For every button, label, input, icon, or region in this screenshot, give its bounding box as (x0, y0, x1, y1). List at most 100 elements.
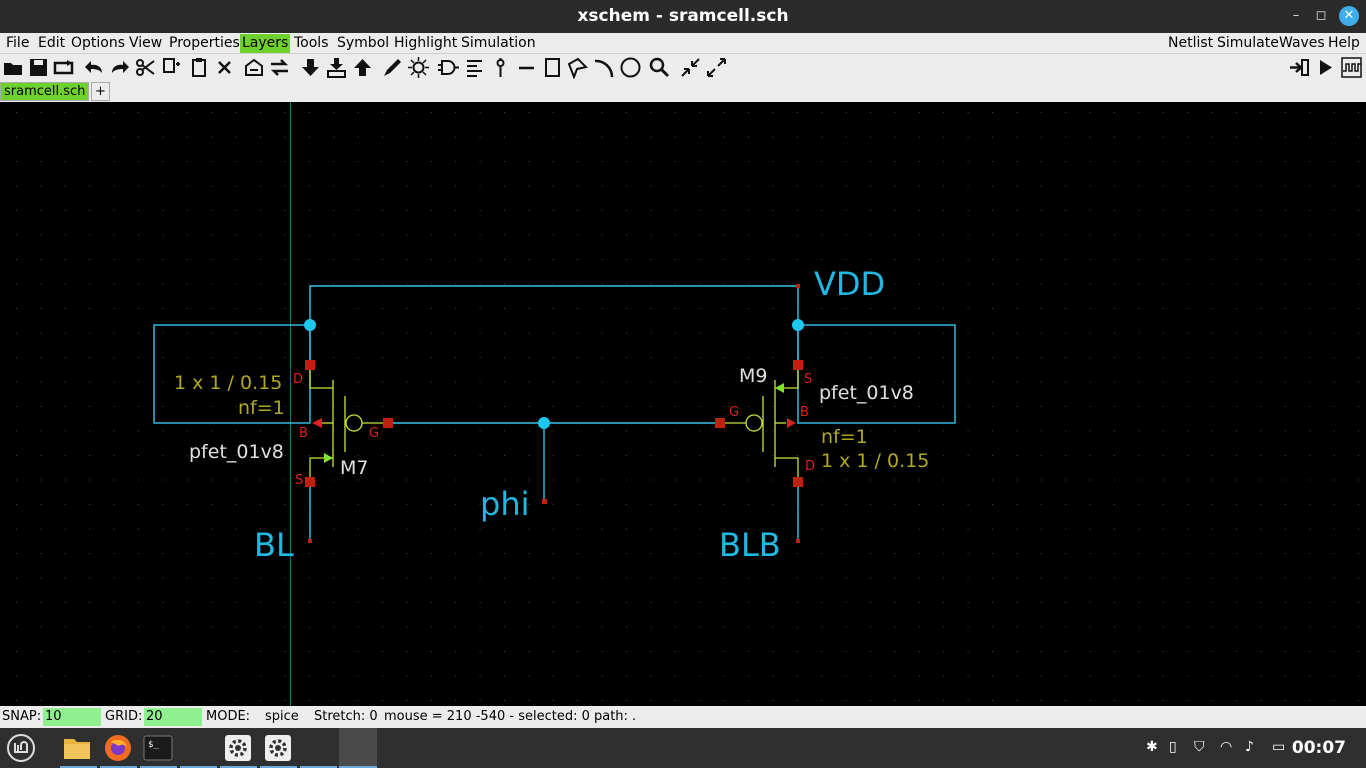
m9-model-label: pfet_01v8 (819, 382, 914, 404)
maximize-button[interactable]: ◻ (1311, 6, 1331, 26)
draw-pen-icon[interactable] (381, 56, 404, 79)
zoom-in-icon[interactable] (679, 56, 702, 79)
m9-drain-pin (793, 477, 803, 487)
tab-sramcell[interactable]: sramcell.sch (0, 82, 90, 101)
waves-icon[interactable] (1340, 56, 1363, 79)
files-icon[interactable] (62, 733, 92, 763)
snap-label: SNAP: (2, 709, 42, 724)
m9-pin-d-label: D (805, 459, 816, 474)
mouse-status: mouse = 210 -540 - selected: 0 path: . (384, 709, 637, 724)
menu-highlight[interactable]: Highlight (392, 34, 459, 53)
net-label-phi[interactable]: phi (480, 488, 529, 520)
line-icon[interactable] (515, 56, 538, 79)
menu-symbol[interactable]: Symbol (335, 34, 391, 53)
menu-file[interactable]: File (4, 34, 31, 53)
clipboard-icon[interactable]: ▯ (1169, 739, 1177, 755)
snap-input[interactable]: 10 (43, 708, 101, 726)
settings-icon-2[interactable] (263, 733, 293, 763)
m7-pin-g-label: G (369, 426, 380, 441)
copy-icon[interactable] (160, 56, 183, 79)
m7-model-label: pfet_01v8 (189, 441, 284, 463)
highlight-icon[interactable] (407, 56, 430, 79)
stretch-status: Stretch: 0 (314, 709, 378, 724)
net-label-bl[interactable]: BL (254, 529, 294, 561)
settings-icon[interactable] (223, 733, 253, 763)
menu-netlist[interactable]: Netlist (1166, 34, 1215, 53)
m7-source-arrow (324, 453, 333, 463)
junction-dot (792, 319, 804, 331)
redo-icon[interactable] (108, 56, 131, 79)
menu-simulation[interactable]: Simulation (459, 34, 538, 53)
menu-bar: File Edit Options View Properties Layers… (0, 33, 1366, 54)
net-label-vdd[interactable]: VDD (814, 268, 885, 300)
zoom-out-icon[interactable] (705, 56, 728, 79)
terminal-icon[interactable]: $_ (143, 733, 173, 763)
insert-symbol-icon[interactable] (325, 56, 348, 79)
net-label-blb[interactable]: BLB (719, 529, 781, 561)
blb-end (796, 539, 800, 543)
m7-size-attr: 1 x 1 / 0.15 (174, 372, 283, 394)
junction-dot (538, 417, 550, 429)
volume-icon[interactable]: ♪ (1245, 739, 1254, 755)
minimize-button[interactable]: – (1286, 6, 1306, 26)
netlist-icon[interactable] (1288, 56, 1311, 79)
delete-icon[interactable] (213, 56, 236, 79)
menu-tools[interactable]: Tools (292, 34, 331, 53)
push-icon[interactable] (243, 56, 266, 79)
pop-icon[interactable] (268, 56, 291, 79)
taskbar: $_ ✱ ▯ ⛉ ◠ ♪ ▭ 00:07 (0, 728, 1366, 768)
m9-source-pin (793, 360, 803, 370)
simulate-icon[interactable] (1314, 56, 1337, 79)
symbol-gate-icon[interactable] (437, 56, 460, 79)
m7-bulk-arrow (312, 418, 322, 428)
open-icon[interactable] (2, 56, 25, 79)
battery-icon[interactable]: ▭ (1272, 739, 1285, 755)
m9-pin-g-label: G (729, 405, 740, 420)
arc-icon[interactable] (592, 56, 615, 79)
bluetooth-icon[interactable]: ✱ (1146, 739, 1158, 755)
rect-icon[interactable] (541, 56, 564, 79)
close-button[interactable]: ✕ (1339, 6, 1359, 26)
add-tab-button[interactable]: + (91, 82, 110, 101)
m7-pin-b-label: B (299, 426, 308, 441)
vdd-end (796, 284, 800, 288)
menu-view[interactable]: View (127, 34, 164, 53)
m7-name-label[interactable]: M7 (340, 459, 368, 478)
polygon-icon[interactable] (566, 56, 589, 80)
m7-gate-pin (383, 418, 393, 428)
paste-icon[interactable] (187, 56, 210, 79)
m7-drain-pin (305, 360, 315, 370)
mint-menu-icon[interactable] (6, 733, 36, 763)
menu-layers[interactable]: Layers (240, 34, 291, 53)
schematic-canvas[interactable]: VDD BL BLB phi 1 x 1 / 0.15 nf=1 pfet_01… (0, 102, 1366, 706)
save-icon[interactable] (27, 56, 50, 79)
menu-waves[interactable]: Waves (1277, 34, 1327, 53)
m7-pin-s-label: S (295, 473, 304, 488)
firefox-icon[interactable] (103, 733, 133, 763)
move-up-icon[interactable] (351, 56, 374, 79)
zoom-icon[interactable] (648, 56, 671, 79)
move-down-icon[interactable] (299, 56, 322, 79)
wifi-icon[interactable]: ◠ (1220, 739, 1232, 755)
clock[interactable]: 00:07 (1292, 738, 1346, 758)
netlabel-icon[interactable] (463, 56, 486, 79)
undo-icon[interactable] (83, 56, 106, 79)
phi-end (542, 499, 547, 504)
status-bar: SNAP: 10 GRID: 20 MODE: spice Stretch: 0… (0, 706, 1366, 728)
active-window-button[interactable] (339, 728, 377, 768)
cut-icon[interactable] (134, 56, 157, 79)
circle-icon[interactable] (619, 56, 642, 79)
shield-icon[interactable]: ⛉ (1194, 739, 1205, 755)
menu-edit[interactable]: Edit (36, 34, 67, 53)
pin-icon[interactable] (489, 56, 512, 79)
grid-label: GRID: (105, 709, 143, 724)
menu-help[interactable]: Help (1326, 34, 1362, 53)
menu-properties[interactable]: Properties (167, 34, 242, 53)
m9-name-label[interactable]: M9 (739, 367, 767, 386)
m7-source-pin (305, 477, 315, 487)
menu-simulate[interactable]: Simulate (1215, 34, 1281, 53)
reload-icon[interactable] (52, 56, 75, 79)
m9-source-arrow (775, 383, 784, 393)
menu-options[interactable]: Options (69, 34, 127, 53)
grid-input[interactable]: 20 (144, 708, 202, 726)
